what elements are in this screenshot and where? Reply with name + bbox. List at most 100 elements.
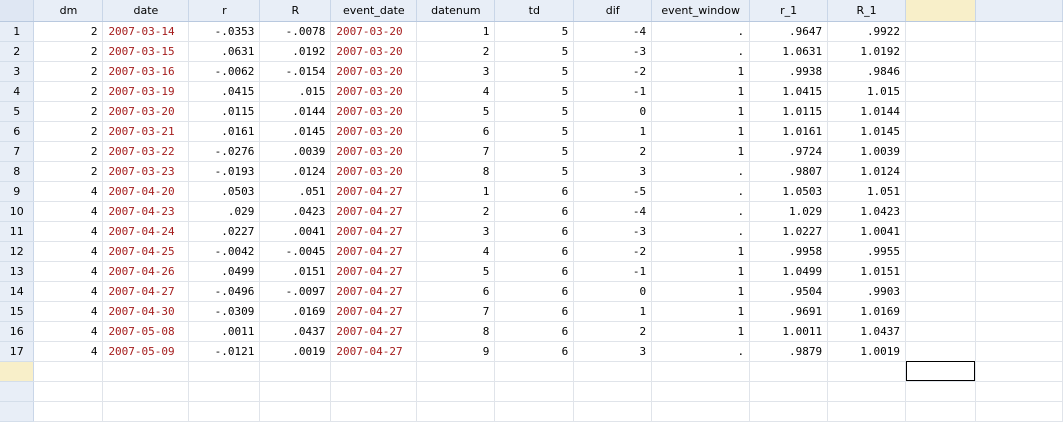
cell-date[interactable]: 2007-05-09: [102, 341, 190, 362]
cell-r[interactable]: .0415: [188, 81, 261, 102]
cell-r-1[interactable]: .9879: [749, 341, 829, 362]
cell-r-1[interactable]: .9938: [749, 61, 829, 82]
cell-event-window[interactable]: .: [651, 341, 751, 362]
cell-event-date[interactable]: 2007-04-27: [330, 181, 418, 202]
cell-r[interactable]: -.0309: [188, 301, 261, 322]
cell-event-window[interactable]: .: [651, 41, 751, 62]
cell-R[interactable]: .0192: [259, 41, 332, 62]
cell-R-1[interactable]: 1.0144: [827, 101, 907, 122]
cell-td[interactable]: 5: [494, 121, 575, 142]
column-header-event-window[interactable]: event_window: [651, 0, 751, 22]
column-header-r[interactable]: r: [188, 0, 261, 22]
cell-r[interactable]: .0011: [188, 321, 261, 342]
cell-event-window[interactable]: 1: [651, 121, 751, 142]
cell-empty[interactable]: [494, 381, 575, 402]
cell-empty[interactable]: [975, 341, 1063, 362]
cell-datenum[interactable]: 8: [416, 321, 496, 342]
cell-r-1[interactable]: 1.0161: [749, 121, 829, 142]
cell-r[interactable]: -.0496: [188, 281, 261, 302]
cell-empty[interactable]: [573, 361, 653, 382]
cell-R[interactable]: -.0097: [259, 281, 332, 302]
cell-row-number[interactable]: 9: [0, 181, 35, 202]
cell-R[interactable]: .0423: [259, 201, 332, 222]
cell-R[interactable]: -.0045: [259, 241, 332, 262]
cell-R-1[interactable]: 1.0151: [827, 261, 907, 282]
cell-R[interactable]: .051: [259, 181, 332, 202]
cell-event-date[interactable]: 2007-04-27: [330, 201, 418, 222]
cell-dm[interactable]: 4: [33, 221, 104, 242]
cell-date[interactable]: 2007-04-27: [102, 281, 190, 302]
cell-row-number[interactable]: 8: [0, 161, 35, 182]
cell-td[interactable]: 6: [494, 301, 575, 322]
cell-row-number[interactable]: 16: [0, 321, 35, 342]
cell-r-1[interactable]: .9647: [749, 21, 829, 42]
cell-datenum[interactable]: 3: [416, 61, 496, 82]
cell-td[interactable]: 6: [494, 181, 575, 202]
cell-r[interactable]: .0227: [188, 221, 261, 242]
cell-dif[interactable]: 2: [573, 141, 653, 162]
cell-td[interactable]: 5: [494, 81, 575, 102]
cell-td[interactable]: 6: [494, 241, 575, 262]
selected-cell[interactable]: [905, 361, 976, 382]
column-header-dif[interactable]: dif: [573, 0, 653, 22]
cell-event-window[interactable]: .: [651, 21, 751, 42]
cell-r[interactable]: .029: [188, 201, 261, 222]
cell-r[interactable]: -.0042: [188, 241, 261, 262]
cell-event-window[interactable]: 1: [651, 61, 751, 82]
cell-R[interactable]: .0039: [259, 141, 332, 162]
cell-row-number[interactable]: 1: [0, 21, 35, 42]
cell-dif[interactable]: -2: [573, 61, 653, 82]
cell-dif[interactable]: 3: [573, 161, 653, 182]
cell-R[interactable]: .015: [259, 81, 332, 102]
cell-row-number[interactable]: 4: [0, 81, 35, 102]
cell-td[interactable]: 5: [494, 21, 575, 42]
cell-td[interactable]: 6: [494, 201, 575, 222]
cell-dm[interactable]: 4: [33, 301, 104, 322]
cell-row-number[interactable]: 14: [0, 281, 35, 302]
cell-r[interactable]: -.0353: [188, 21, 261, 42]
cell-empty[interactable]: [33, 381, 104, 402]
cell-event-window[interactable]: 1: [651, 301, 751, 322]
cell-row-number[interactable]: 7: [0, 141, 35, 162]
cell-date[interactable]: 2007-03-23: [102, 161, 190, 182]
cell-r-1[interactable]: 1.0499: [749, 261, 829, 282]
cell-empty[interactable]: [494, 401, 575, 422]
cell-empty[interactable]: [905, 21, 976, 42]
cell-event-window[interactable]: 1: [651, 141, 751, 162]
cell-r-1[interactable]: 1.0631: [749, 41, 829, 62]
cell-td[interactable]: 6: [494, 221, 575, 242]
cell-empty[interactable]: [259, 401, 332, 422]
cell-empty[interactable]: [827, 401, 907, 422]
cell-empty[interactable]: [905, 321, 976, 342]
cell-R-1[interactable]: 1.0192: [827, 41, 907, 62]
cell-event-date[interactable]: 2007-04-27: [330, 321, 418, 342]
cell-empty[interactable]: [651, 401, 751, 422]
cell-td[interactable]: 6: [494, 281, 575, 302]
cell-empty[interactable]: [188, 401, 261, 422]
column-header-date[interactable]: date: [102, 0, 190, 22]
column-header-r-1[interactable]: r_1: [749, 0, 829, 22]
cell-row-number[interactable]: [0, 401, 35, 422]
cell-td[interactable]: 5: [494, 141, 575, 162]
cell-row-number[interactable]: 11: [0, 221, 35, 242]
cell-dif[interactable]: -2: [573, 241, 653, 262]
cell-td[interactable]: 6: [494, 321, 575, 342]
cell-empty[interactable]: [259, 381, 332, 402]
cell-event-window[interactable]: .: [651, 181, 751, 202]
cell-td[interactable]: 6: [494, 261, 575, 282]
cell-empty[interactable]: [975, 241, 1063, 262]
cell-datenum[interactable]: 6: [416, 281, 496, 302]
cell-empty[interactable]: [975, 281, 1063, 302]
cell-r-1[interactable]: 1.0115: [749, 101, 829, 122]
cell-dif[interactable]: 3: [573, 341, 653, 362]
cell-event-date[interactable]: 2007-04-27: [330, 281, 418, 302]
cell-empty[interactable]: [975, 121, 1063, 142]
cell-event-date[interactable]: 2007-03-20: [330, 81, 418, 102]
cell-row-number[interactable]: 6: [0, 121, 35, 142]
cell-R-1[interactable]: 1.0423: [827, 201, 907, 222]
cell-empty[interactable]: [975, 381, 1063, 402]
cell-event-date[interactable]: 2007-04-27: [330, 341, 418, 362]
cell-empty[interactable]: [188, 361, 261, 382]
cell-event-window[interactable]: .: [651, 161, 751, 182]
cell-row-number[interactable]: 2: [0, 41, 35, 62]
